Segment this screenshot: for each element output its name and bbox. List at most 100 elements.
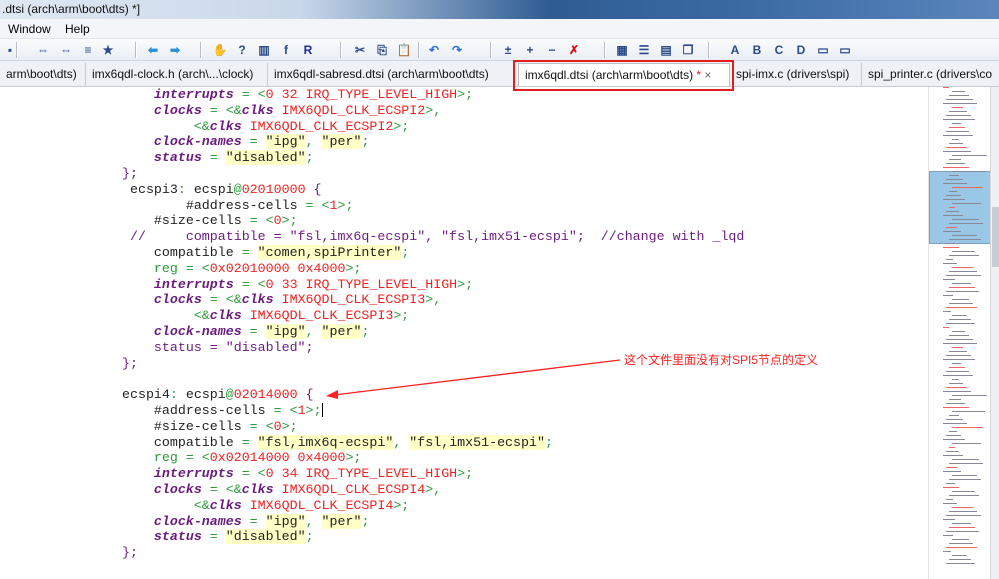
minimap-line: [943, 439, 965, 440]
minimap-line: [949, 175, 959, 176]
annotation-arrow: [326, 359, 621, 399]
minimap-line: [949, 287, 975, 288]
minimap-line: [943, 327, 949, 328]
minimap-line: [952, 171, 985, 172]
minimap-line: [952, 379, 959, 380]
minimap-line: [946, 419, 963, 420]
minimap-line: [943, 343, 977, 344]
minimap-line: [946, 339, 973, 340]
minimap-line: [946, 483, 955, 484]
minimap-line: [952, 443, 981, 444]
minimap-line: [943, 535, 953, 536]
minimap-line: [949, 303, 973, 304]
minimap-line: [952, 315, 967, 316]
minimap-line: [949, 143, 963, 144]
minimap-line: [952, 555, 967, 556]
minimap-line: [946, 451, 959, 452]
minimap-line: [946, 547, 977, 548]
minimap-line: [946, 227, 957, 228]
minimap-line: [952, 395, 987, 396]
minimap-line: [949, 159, 961, 160]
minimap-line: [949, 367, 965, 368]
minimap-line: [946, 275, 981, 276]
minimap-line: [943, 551, 951, 552]
annotation-text: 这个文件里面没有对SPI5节点的定义: [624, 353, 819, 367]
minimap-line: [952, 475, 977, 476]
minimap-line: [943, 87, 949, 88]
minimap-line: [946, 115, 971, 116]
minimap-line: [943, 167, 969, 168]
minimap-line: [946, 99, 973, 100]
minimap-line: [952, 347, 963, 348]
minimap-line: [946, 195, 961, 196]
minimap-line: [943, 375, 973, 376]
minimap-line: [949, 111, 967, 112]
minimap-line: [949, 479, 981, 480]
minimap-line: [946, 243, 955, 244]
minimap-line: [949, 543, 973, 544]
minimap-line: [946, 323, 975, 324]
minimap-line: [946, 499, 953, 500]
minimap-line: [943, 263, 957, 264]
minimap-line: [949, 207, 955, 208]
minimap-line: [949, 255, 979, 256]
minimap-line: [946, 259, 953, 260]
minimap-line: [943, 423, 967, 424]
minimap-line: [943, 407, 969, 408]
scrollbar-thumb[interactable]: [992, 207, 999, 267]
minimap-line: [943, 519, 955, 520]
minimap-line: [949, 127, 965, 128]
minimap-viewport[interactable]: [929, 171, 991, 244]
minimap-line: [946, 131, 969, 132]
minimap-line: [952, 427, 983, 428]
minimap-line: [952, 235, 977, 236]
minimap-line: [952, 203, 981, 204]
minimap-line: [949, 271, 977, 272]
minimap-line: [943, 359, 975, 360]
minimap-line: [946, 403, 965, 404]
minimap-line: [946, 467, 957, 468]
minimap-line: [943, 215, 963, 216]
minimap-line: [952, 123, 961, 124]
minimap-line: [949, 415, 959, 416]
minimap-line: [952, 187, 983, 188]
minimap-line: [946, 307, 977, 308]
minimap-line: [946, 163, 965, 164]
minimap-line: [952, 251, 975, 252]
minimap-line: [943, 487, 959, 488]
minimap-line: [946, 371, 969, 372]
minimap-line: [952, 491, 975, 492]
minimap-line: [943, 151, 971, 152]
minimap-line: [946, 531, 979, 532]
minimap-line: [943, 103, 977, 104]
minimap-line: [952, 155, 987, 156]
vertical-scrollbar[interactable]: [990, 87, 999, 579]
minimap-line: [943, 247, 959, 248]
minimap-line: [946, 515, 981, 516]
minimap-line: [949, 463, 983, 464]
minimap-line: [943, 503, 957, 504]
minimap-line: [946, 179, 963, 180]
minimap-line: [952, 267, 973, 268]
minimap-line: [946, 291, 979, 292]
minimap-line: [949, 335, 969, 336]
minimap[interactable]: [928, 87, 991, 579]
minimap-line: [943, 279, 955, 280]
minimap-line: [949, 191, 957, 192]
minimap-line: [952, 299, 969, 300]
minimap-line: [943, 199, 965, 200]
minimap-line: [946, 355, 971, 356]
minimap-line: [946, 147, 967, 148]
minimap-line: [952, 331, 965, 332]
minimap-line: [943, 391, 971, 392]
minimap-line: [949, 527, 975, 528]
minimap-line: [952, 507, 973, 508]
minimap-line: [949, 495, 979, 496]
minimap-line: [949, 399, 961, 400]
minimap-line: [952, 523, 971, 524]
minimap-line: [949, 383, 963, 384]
minimap-line: [949, 319, 971, 320]
minimap-line: [946, 563, 975, 564]
minimap-line: [943, 135, 973, 136]
minimap-line: [943, 311, 951, 312]
